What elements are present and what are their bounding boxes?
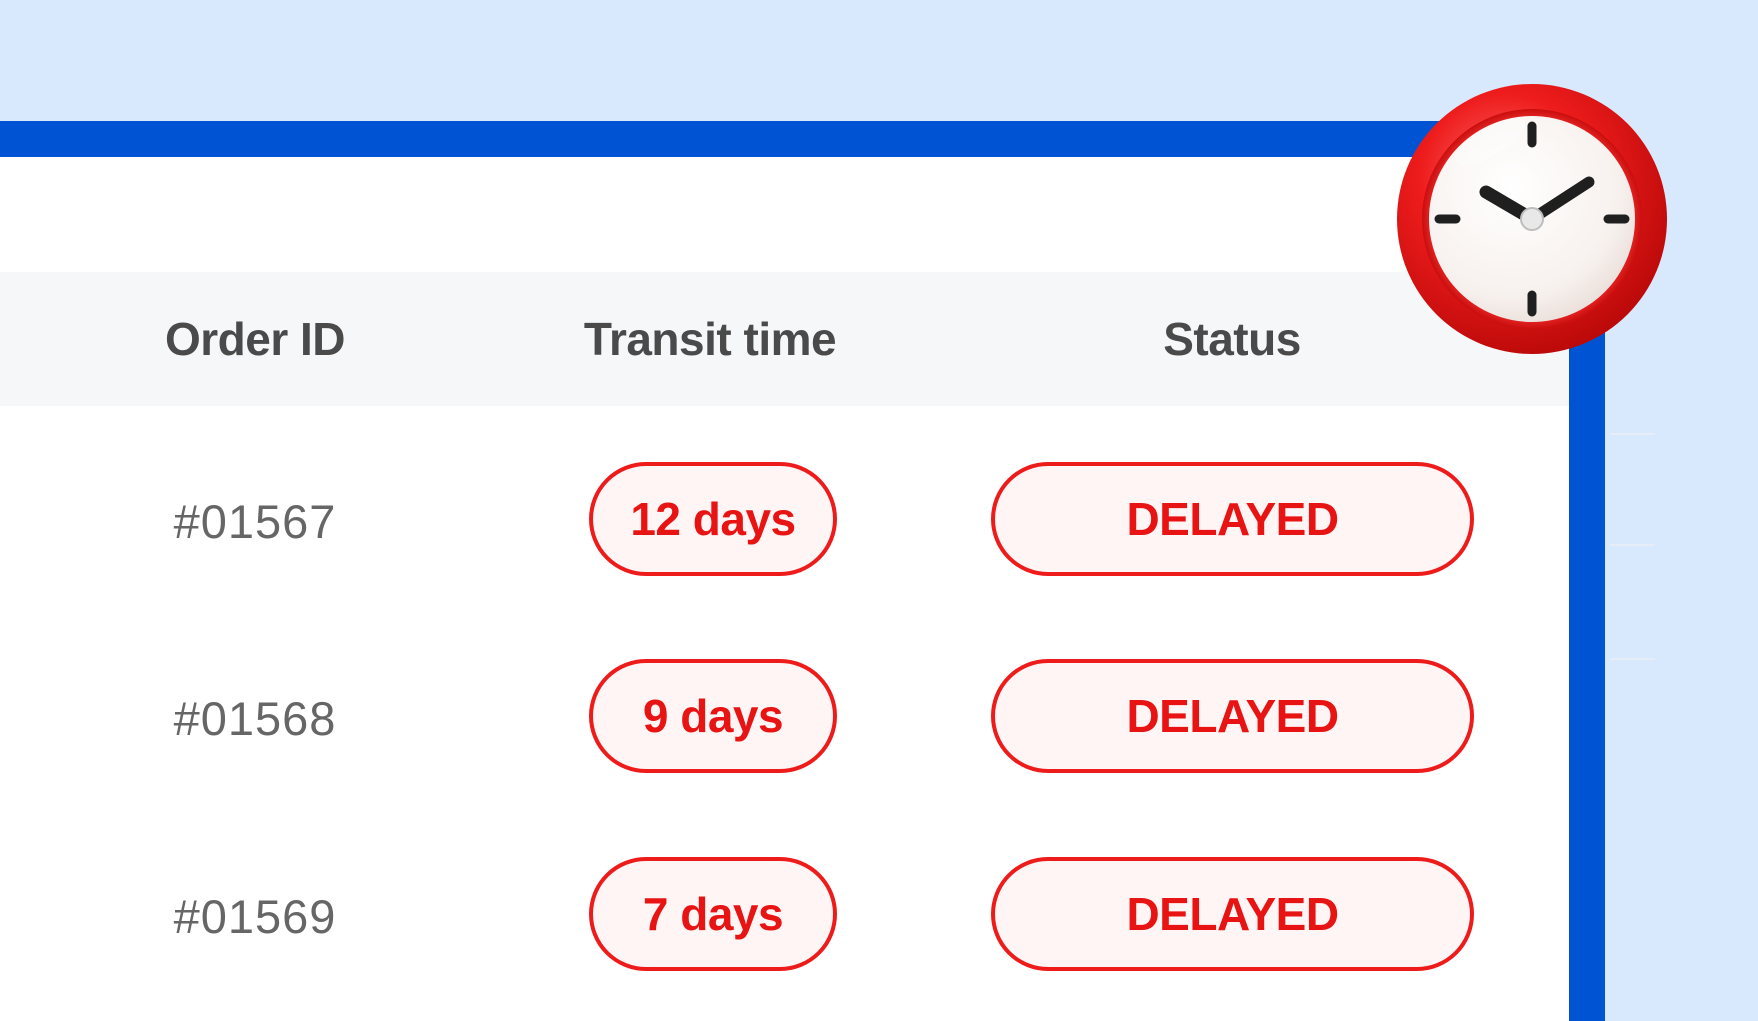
column-header-status[interactable]: Status [1032, 272, 1432, 406]
column-header-order-id[interactable]: Order ID [55, 272, 455, 406]
alarm-clock-icon [1397, 84, 1667, 354]
status-badge: DELAYED [991, 857, 1474, 971]
transit-time-badge: 7 days [589, 857, 837, 971]
order-id-cell: #01569 [173, 890, 337, 943]
column-header-transit-time[interactable]: Transit time [510, 272, 910, 406]
status-badge: DELAYED [991, 462, 1474, 576]
background-row-divider [1610, 544, 1655, 546]
transit-time-badge: 9 days [589, 659, 837, 773]
order-id-cell: #01568 [173, 692, 337, 745]
transit-time-badge: 12 days [589, 462, 837, 576]
background-row-divider [1610, 433, 1655, 435]
table-row[interactable]: #01568 9 days DELAYED [0, 659, 1569, 779]
table-row[interactable]: #01567 12 days DELAYED [0, 462, 1569, 582]
orders-window: Order ID Transit time Status #01567 12 d… [0, 121, 1605, 1021]
status-badge: DELAYED [991, 659, 1474, 773]
order-id-cell: #01567 [173, 495, 337, 548]
background-row-divider [1610, 658, 1655, 660]
table-row[interactable]: #01569 7 days DELAYED [0, 857, 1569, 977]
table-header: Order ID Transit time Status [0, 272, 1569, 406]
